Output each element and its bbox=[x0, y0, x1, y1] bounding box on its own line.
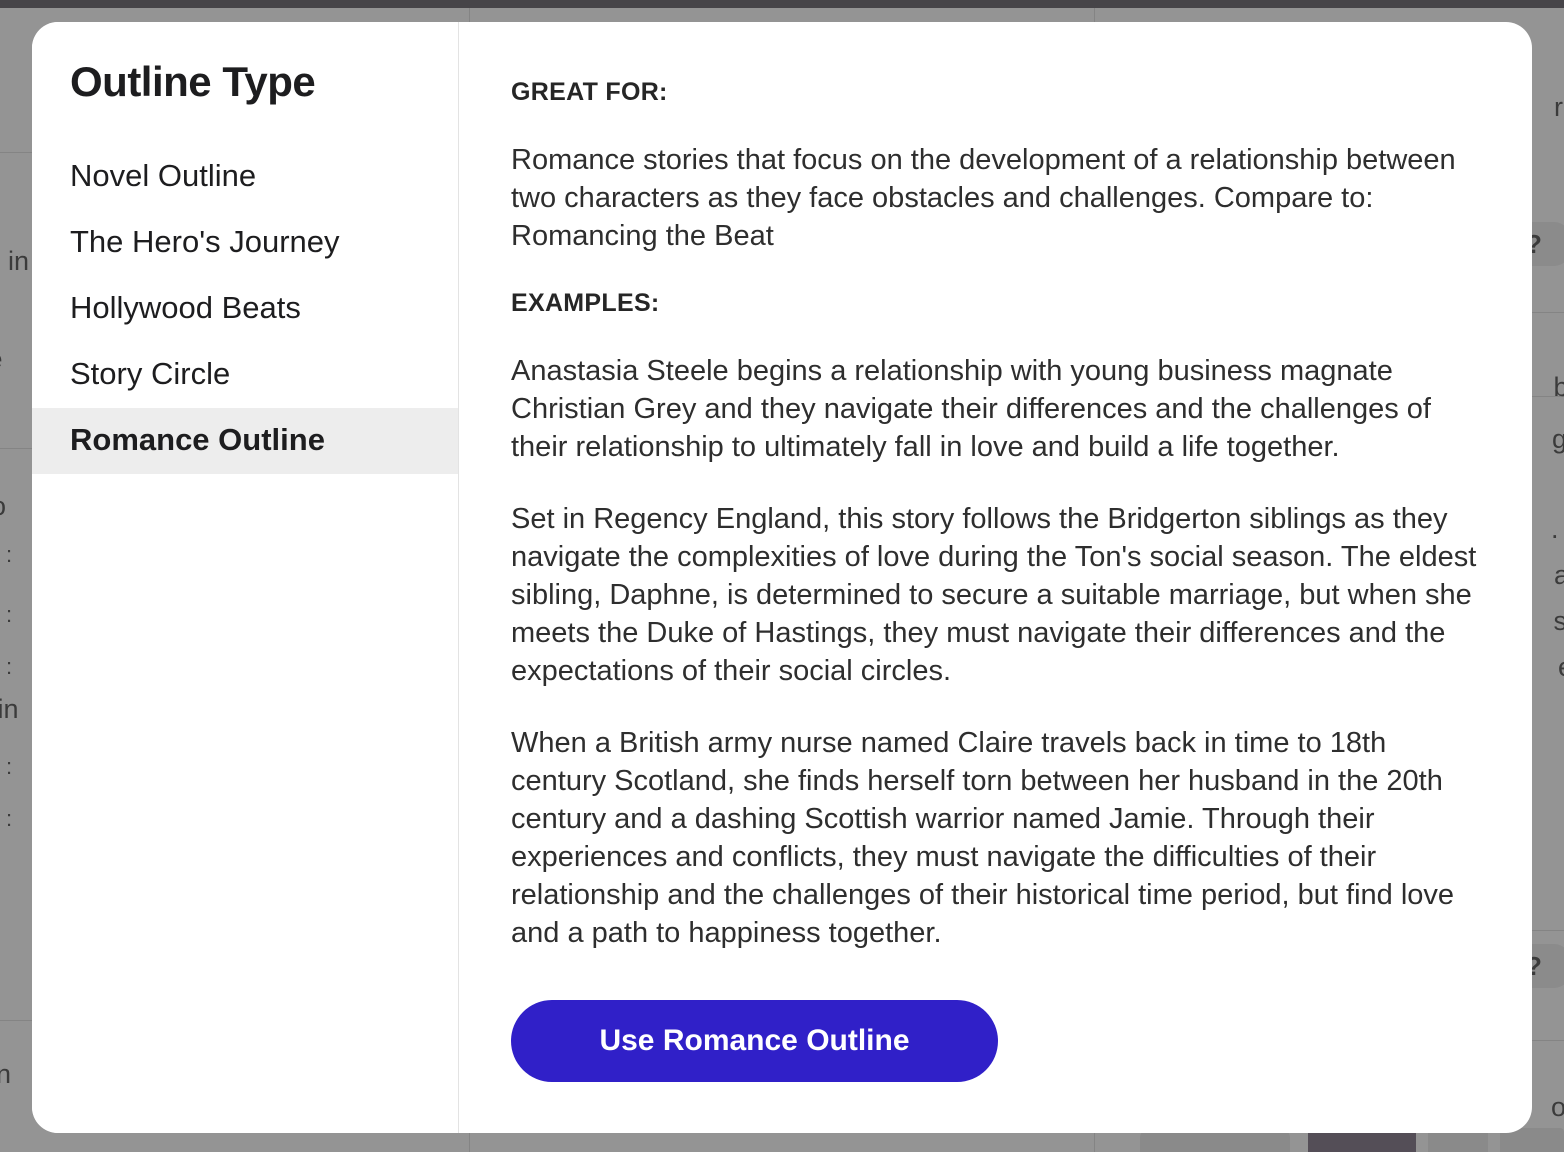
great-for-heading: GREAT FOR: bbox=[511, 78, 668, 106]
sidebar-item-label: Romance Outline bbox=[70, 422, 325, 458]
sidebar-item-romance-outline[interactable]: Romance Outline bbox=[32, 408, 458, 475]
sidebar-item-label: The Hero's Journey bbox=[70, 224, 340, 260]
outline-type-modal: Outline Type Novel Outline The Hero's Jo… bbox=[32, 22, 1532, 1133]
sidebar-item-label: Hollywood Beats bbox=[70, 290, 301, 326]
sidebar-item-novel-outline[interactable]: Novel Outline bbox=[32, 144, 458, 210]
sidebar-item-story-circle[interactable]: Story Circle bbox=[32, 342, 458, 408]
use-outline-button[interactable]: Use Romance Outline bbox=[511, 1000, 998, 1082]
cta-container: Use Romance Outline bbox=[511, 1000, 1486, 1122]
outline-detail-panel: GREAT FOR: Romance stories that focus on… bbox=[459, 22, 1532, 1133]
example-paragraph: Set in Regency England, this story follo… bbox=[511, 503, 1477, 687]
examples-heading: EXAMPLES: bbox=[511, 289, 660, 317]
example-paragraph: Anastasia Steele begins a relationship w… bbox=[511, 355, 1431, 463]
sidebar-item-label: Story Circle bbox=[70, 356, 231, 392]
example-paragraph: When a British army nurse named Claire t… bbox=[511, 727, 1455, 949]
sidebar-item-label: Novel Outline bbox=[70, 158, 257, 193]
great-for-body: Romance stories that focus on the develo… bbox=[511, 144, 1456, 252]
outline-type-sidebar: Outline Type Novel Outline The Hero's Jo… bbox=[32, 22, 459, 1133]
sidebar-item-hollywood-beats[interactable]: Hollywood Beats bbox=[32, 276, 458, 342]
sidebar-item-the-heros-journey[interactable]: The Hero's Journey bbox=[32, 210, 458, 276]
page-title: Outline Type bbox=[70, 58, 316, 105]
outline-type-list: Novel Outline The Hero's Journey Hollywo… bbox=[32, 144, 458, 475]
